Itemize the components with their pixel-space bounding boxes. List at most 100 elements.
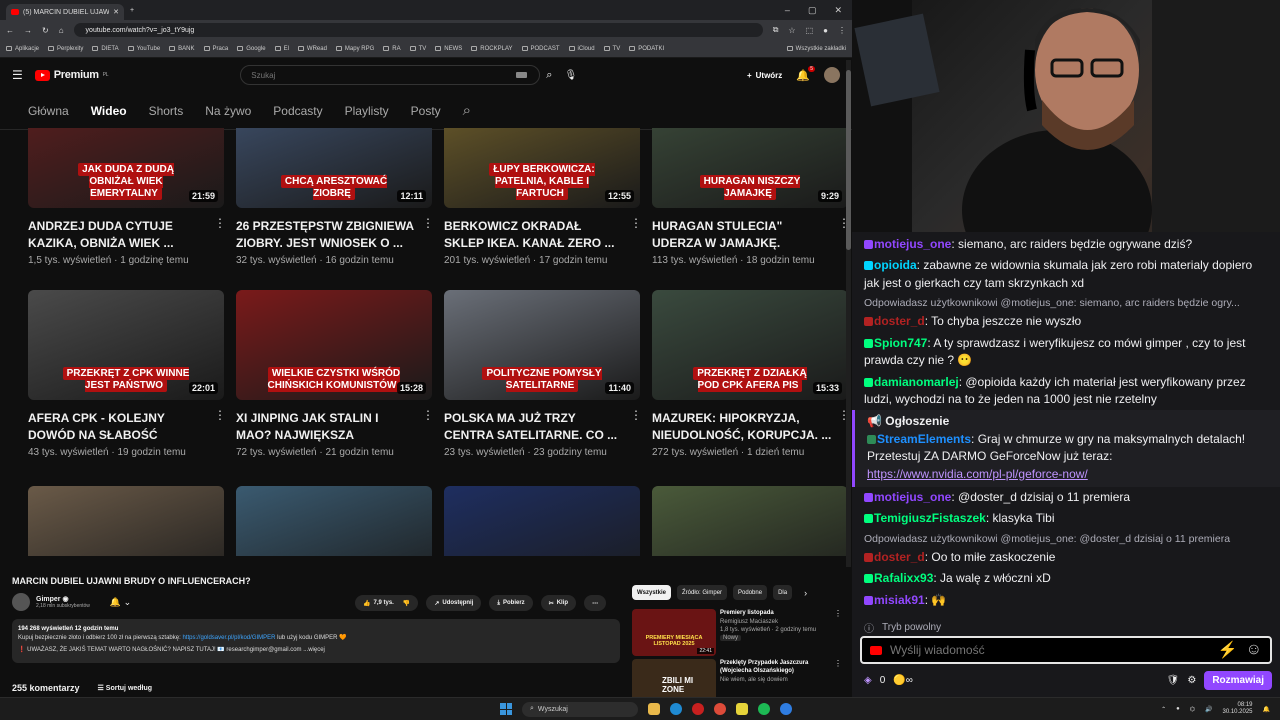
all-bookmarks[interactable]: Wszystkie zakładki [786, 46, 846, 52]
bookmark-item[interactable]: PODCAST [521, 46, 560, 52]
bookmark-item[interactable]: BANK [169, 46, 195, 52]
video-title[interactable]: BERKOWICZ OKRADAŁ SKLEP IKEA. KANAŁ ZERO… [444, 218, 640, 252]
video-title[interactable]: ANDRZEJ DUDA CYTUJE KAZIKA, OBNIŻA WIEK … [28, 218, 224, 252]
tab-playlists[interactable]: Playlisty [345, 104, 389, 118]
chat-username[interactable]: misiak91 [874, 593, 925, 607]
video-title[interactable]: AFERA CPK - KOLEJNY DOWÓD NA SŁABOŚĆ SYS… [28, 410, 224, 444]
video-card[interactable]: CHCĄ ARESZTOWAĆ ZIOBRĘ 12:11 26 PRZESTĘPST… [236, 128, 434, 266]
tab-close-icon[interactable]: ✕ [113, 8, 119, 16]
install-icon[interactable]: ⧉ [773, 25, 779, 35]
chat-username[interactable]: doster_d [874, 314, 925, 328]
maximize-icon[interactable]: ▢ [808, 5, 817, 16]
video-menu-icon[interactable]: ⋮ [630, 408, 642, 422]
channel-avatar[interactable] [12, 593, 30, 611]
bookmark-item[interactable]: TV [409, 46, 426, 52]
chip-source[interactable]: Źródło: Gimper [677, 585, 728, 600]
new-tab-icon[interactable]: + [130, 7, 134, 14]
bookmark-item[interactable]: Perplexity [48, 46, 83, 52]
reload-icon[interactable]: ↻ [42, 26, 49, 35]
video-card[interactable]: PRZEKRĘT Z DZIAŁKĄ POD CPK AFERA PIS 15:3… [652, 290, 848, 458]
channel-search-icon[interactable]: ⌕ [463, 102, 471, 119]
gear-icon[interactable]: ⚙ [1187, 675, 1196, 686]
bookmark-item[interactable]: DIETA [92, 46, 119, 52]
more-actions-button[interactable]: ⋯ [584, 595, 607, 611]
tab-home[interactable]: Główna [28, 104, 69, 118]
chip-similar[interactable]: Podobne [733, 585, 768, 600]
video-thumbnail[interactable]: POLITYCZNE POMYSŁY SATELITARNE 11:40 [444, 290, 640, 400]
video-thumbnail[interactable]: CHCĄ ARESZTOWAĆ ZIOBRĘ 12:11 [236, 128, 432, 208]
video-title[interactable]: HURAGAN STULECIA" UDERZA W JAMAJKĘ. NAGR… [652, 218, 848, 252]
emote-icon[interactable]: ☺ [1246, 641, 1262, 659]
bookmark-item[interactable]: PODATKI [629, 46, 664, 52]
like-button[interactable]: 👍 7,9 tys. 👎 [355, 595, 419, 611]
video-menu-icon[interactable]: ⋮ [422, 408, 434, 422]
keyboard-icon[interactable] [516, 72, 528, 78]
volume-icon[interactable]: 🔊 [1205, 706, 1212, 713]
tab-videos[interactable]: Wideo [91, 104, 127, 118]
channel-points-icon[interactable]: ◈ [864, 675, 872, 686]
chip-all[interactable]: Wszystkie [632, 585, 672, 600]
chat-username[interactable]: motiejus_one [874, 490, 951, 504]
chat-username[interactable]: damianomarlej [874, 375, 959, 389]
hamburger-menu-icon[interactable]: ☰ [12, 68, 23, 82]
chat-username[interactable]: doster_d [874, 550, 925, 564]
bookmark-item[interactable]: iCloud [568, 46, 595, 52]
create-button[interactable]: + Utwórz [747, 71, 782, 80]
video-thumbnail[interactable]: HURAGAN NISZCZY JAMAJKĘ 9:29 [652, 128, 848, 208]
search-icon[interactable]: ⌕ [546, 69, 552, 82]
edge-icon[interactable] [670, 703, 682, 715]
download-button[interactable]: ⤓ Pobierz [489, 595, 533, 611]
chevron-up-icon[interactable]: ⌃ [1161, 706, 1166, 713]
video-title[interactable]: MAZUREK: HIPOKRYZJA, NIEUDOLNOŚĆ, KORUPC… [652, 410, 848, 444]
subscribe-bell-icon[interactable]: 🔔 ⌄ [110, 597, 131, 608]
video-description[interactable]: 194 268 wyświetleń 12 godzin temu Kupuj … [12, 619, 620, 663]
chat-username[interactable]: Spion747 [874, 336, 927, 350]
video-card[interactable]: WIELKIE CZYSTKI WŚRÓD CHIŃSKICH KOMUNIST… [236, 290, 434, 458]
chrome-icon[interactable] [714, 703, 726, 715]
notifications-button[interactable]: 🔔 5 [796, 65, 815, 82]
video-thumbnail[interactable]: WIELKIE CZYSTKI WŚRÓD CHIŃSKICH KOMUNIST… [236, 290, 432, 400]
video-card[interactable]: GODZINA [28, 486, 224, 556]
chat-input[interactable] [890, 643, 1210, 657]
back-icon[interactable]: ← [6, 26, 14, 35]
chat-send-button[interactable]: Rozmawiaj [1204, 670, 1272, 690]
url-field[interactable]: youtube.com/watch?v=_jo3_tY9ujg [73, 23, 763, 37]
video-thumbnail[interactable] [444, 486, 640, 556]
search-input[interactable] [251, 70, 517, 80]
shield-icon[interactable]: 🛡 [1167, 675, 1180, 686]
video-menu-icon[interactable]: ⋮ [214, 408, 226, 422]
chip-for-you[interactable]: Dla [773, 585, 793, 600]
bookmark-item[interactable]: Aplikacje [6, 46, 39, 52]
video-thumbnail[interactable]: JAK DUDA Z DUDĄ OBNIŻAŁ WIEK EMERYTALNY 2… [28, 128, 224, 208]
notes-icon[interactable] [736, 703, 748, 715]
tab-posts[interactable]: Posty [411, 104, 441, 118]
menu-dots-icon[interactable]: ⋮ [838, 26, 846, 35]
video-title[interactable]: POLSKA MA JUŻ TRZY CENTRA SATELITARNE. C… [444, 410, 640, 444]
microphone-icon[interactable]: 🎙 [564, 70, 577, 81]
profile-icon[interactable]: ● [823, 26, 828, 35]
more-icon[interactable]: ⋮ [834, 609, 842, 656]
tray-app-icon[interactable]: ● [1176, 706, 1180, 712]
video-title[interactable]: 26 PRZESTĘPSTW ZBIGNIEWA ZIOBRY. JEST WN… [236, 218, 432, 252]
bookmark-item[interactable]: WRead [297, 46, 327, 52]
taskbar-search[interactable]: ⌕ Wyszukaj [522, 701, 638, 717]
minimize-icon[interactable]: – [785, 5, 790, 16]
bookmark-item[interactable]: TV [603, 46, 620, 52]
video-thumbnail[interactable]: Kielce [652, 486, 848, 556]
clip-button[interactable]: ✂ Klip [540, 595, 577, 611]
scrollbar-thumb[interactable] [846, 70, 851, 250]
video-card[interactable] [236, 486, 432, 556]
bookmark-item[interactable]: YouTube [127, 46, 160, 52]
bookmark-item[interactable]: Google [237, 46, 266, 52]
bookmark-item[interactable]: Mapy RPG [335, 46, 374, 52]
home-icon[interactable]: ⌂ [59, 26, 64, 35]
youtube-logo[interactable]: Premium PL [34, 69, 109, 81]
close-window-icon[interactable]: ✕ [834, 5, 842, 16]
chat-username[interactable]: motiejus_one [874, 237, 951, 251]
video-thumbnail[interactable]: PRZEKRĘT Z DZIAŁKĄ POD CPK AFERA PIS 15:3… [652, 290, 848, 400]
video-card[interactable]: Kielce [652, 486, 848, 556]
extensions-icon[interactable]: ⬚ [806, 26, 814, 35]
tab-shorts[interactable]: Shorts [149, 104, 184, 118]
more-icon[interactable]: ⋮ [834, 659, 842, 697]
chat-username[interactable]: opioida [874, 258, 917, 272]
